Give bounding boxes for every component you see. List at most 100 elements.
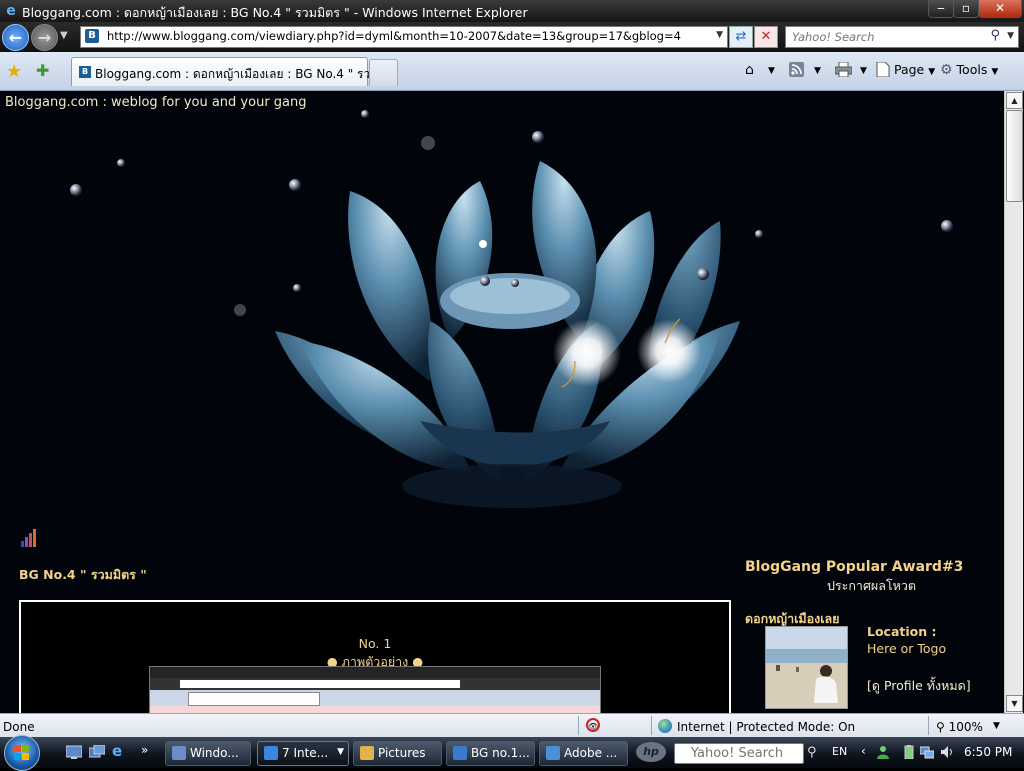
taskbar-button-label: BG no.1... xyxy=(471,746,530,760)
lotus-header-image xyxy=(70,110,953,508)
switch-windows-icon[interactable] xyxy=(89,745,105,759)
rss-feed-icon xyxy=(789,62,804,77)
post-content-box: No. 1 ● ภาพตัวอย่าง ● xyxy=(19,600,731,713)
close-button[interactable]: ✕ xyxy=(978,0,1022,18)
post-title: BG No.4 " รวมมิตร " xyxy=(19,567,147,582)
scroll-thumb[interactable] xyxy=(1006,110,1023,202)
equalizer-icon xyxy=(21,529,36,547)
location-label: Location : xyxy=(867,624,937,639)
home-icon: ⌂ xyxy=(745,62,754,78)
ie-logo-icon: e xyxy=(6,3,16,19)
navigation-bar: ← → ▼ B http://www.bloggang.com/viewdiar… xyxy=(0,22,1024,52)
arrow-left-icon: ← xyxy=(8,28,23,47)
search-input[interactable] xyxy=(790,29,984,45)
feeds-dropdown-icon[interactable]: ▼ xyxy=(814,66,821,76)
post-screenshot-image xyxy=(149,666,601,713)
printer-icon xyxy=(834,61,853,78)
taskbar-button-label: Windo... xyxy=(190,746,239,760)
taskbar-button-bg[interactable]: BG no.1... xyxy=(446,741,535,766)
vertical-scrollbar[interactable]: ▲ ▼ xyxy=(1004,91,1023,713)
volume-icon[interactable] xyxy=(940,745,954,759)
award-subtitle[interactable]: ประกาศผลโหวต xyxy=(827,576,916,596)
battery-icon[interactable] xyxy=(902,745,916,759)
ie-icon xyxy=(264,746,278,760)
new-tab-button[interactable] xyxy=(369,59,398,86)
chevron-down-icon: ▼ xyxy=(337,747,344,757)
site-favicon-icon: B xyxy=(85,29,99,43)
taskbar-button-pictures[interactable]: Pictures xyxy=(353,741,442,766)
show-desktop-icon[interactable] xyxy=(66,745,82,759)
taskbar-button-label: Adobe ... xyxy=(564,746,618,760)
scroll-down-icon[interactable]: ▼ xyxy=(1006,695,1023,712)
stop-icon: ✕ xyxy=(760,29,772,44)
home-dropdown-icon[interactable]: ▼ xyxy=(768,66,775,76)
avatar[interactable] xyxy=(765,626,848,709)
zoom-dropdown-icon[interactable]: ▼ xyxy=(993,721,1000,731)
chevron-down-icon: ▼ xyxy=(991,67,999,77)
window-title: Bloggang.com : ดอกหญ้าเมืองเลย : BG No.4… xyxy=(22,5,528,20)
address-dropdown-icon[interactable]: ▼ xyxy=(716,30,723,40)
internet-zone-globe-icon xyxy=(658,719,672,733)
tools-menu[interactable]: ⚙ Tools ▼ xyxy=(940,62,998,78)
maximize-button[interactable]: ▫ xyxy=(953,0,979,18)
adobe-icon xyxy=(546,746,560,760)
clock[interactable]: 6:50 PM xyxy=(964,745,1012,759)
network-icon[interactable] xyxy=(920,745,934,759)
address-url[interactable]: http://www.bloggang.com/viewdiary.php?id… xyxy=(107,29,681,43)
back-button[interactable]: ← xyxy=(2,24,29,51)
privacy-report-icon[interactable]: 👁 xyxy=(586,718,600,732)
arrow-right-icon: → xyxy=(37,28,52,47)
zoom-level[interactable]: ⚲ 100% xyxy=(936,720,983,734)
window-icon xyxy=(172,746,186,760)
ie-quicklaunch-icon[interactable]: e xyxy=(112,742,128,760)
post-number: No. 1 xyxy=(358,636,392,651)
search-dropdown-icon[interactable]: ▼ xyxy=(1007,31,1014,41)
tools-menu-label: Tools xyxy=(956,62,988,77)
language-indicator[interactable]: EN xyxy=(832,745,847,758)
page-viewport: Bloggang.com : weblog for you and your g… xyxy=(0,91,1004,713)
security-zone-text[interactable]: Internet | Protected Mode: On xyxy=(677,720,855,734)
taskbar-button-ie[interactable]: 7 Inte... ▼ xyxy=(257,741,349,766)
address-bar[interactable]: B http://www.bloggang.com/viewdiary.php?… xyxy=(80,26,728,48)
view-profile-link[interactable]: [ดู Profile ทั้งหมด] xyxy=(867,676,971,696)
scroll-up-icon[interactable]: ▲ xyxy=(1006,92,1023,109)
stop-button[interactable]: ✕ xyxy=(754,26,778,48)
tab-bar: ★ ✚ B Bloggang.com : ดอกหญ้าเมืองเลย : B… xyxy=(0,52,1024,91)
page-menu[interactable]: Page ▼ xyxy=(876,61,935,78)
location-value: Here or Togo xyxy=(867,641,947,656)
refresh-icon: ⇄ xyxy=(735,29,747,44)
windows-logo-icon xyxy=(14,745,29,760)
award-title[interactable]: BlogGang Popular Award#3 xyxy=(745,559,963,575)
print-button[interactable] xyxy=(834,61,853,80)
home-button[interactable]: ⌂ xyxy=(745,62,754,78)
taskbar-search-box[interactable] xyxy=(674,743,804,764)
refresh-button[interactable]: ⇄ xyxy=(729,26,753,48)
users-icon[interactable] xyxy=(876,745,890,759)
hp-logo-icon[interactable]: hp xyxy=(636,742,666,762)
print-dropdown-icon[interactable]: ▼ xyxy=(860,66,867,76)
tray-expand-icon[interactable]: ‹ xyxy=(861,744,866,758)
feeds-button[interactable] xyxy=(789,62,804,80)
taskbar-button-adobe[interactable]: Adobe ... xyxy=(539,741,628,766)
taskbar-button-label: Pictures xyxy=(378,746,426,760)
tab-label: Bloggang.com : ดอกหญ้าเมืองเลย : BG No.4… xyxy=(95,67,398,81)
search-icon[interactable]: ⚲ xyxy=(990,28,1000,43)
status-bar: Done 👁 Internet | Protected Mode: On ⚲ 1… xyxy=(0,713,1024,738)
search-box[interactable]: ⚲ ▼ xyxy=(785,26,1019,48)
quicklaunch-more-icon[interactable]: » xyxy=(141,743,148,757)
gear-icon: ⚙ xyxy=(940,62,953,78)
favorites-star-icon[interactable]: ★ xyxy=(6,61,22,82)
tab-active[interactable]: B Bloggang.com : ดอกหญ้าเมืองเลย : BG No… xyxy=(71,57,398,86)
minimize-button[interactable]: ‒ xyxy=(928,0,954,18)
site-tagline: Bloggang.com : weblog for you and your g… xyxy=(5,95,307,110)
zoom-magnifier-icon: ⚲ xyxy=(936,720,945,734)
forward-button[interactable]: → xyxy=(31,24,58,51)
add-favorites-icon[interactable]: ✚ xyxy=(36,61,49,80)
recent-pages-dropdown[interactable]: ▼ xyxy=(60,30,68,41)
start-button[interactable] xyxy=(4,735,40,771)
taskbar-button-windows[interactable]: Windo... xyxy=(165,741,251,766)
search-icon[interactable]: ⚲ xyxy=(807,745,817,760)
document-icon xyxy=(453,746,467,760)
page-menu-label: Page xyxy=(893,62,925,77)
taskbar-search-input[interactable] xyxy=(675,745,799,762)
